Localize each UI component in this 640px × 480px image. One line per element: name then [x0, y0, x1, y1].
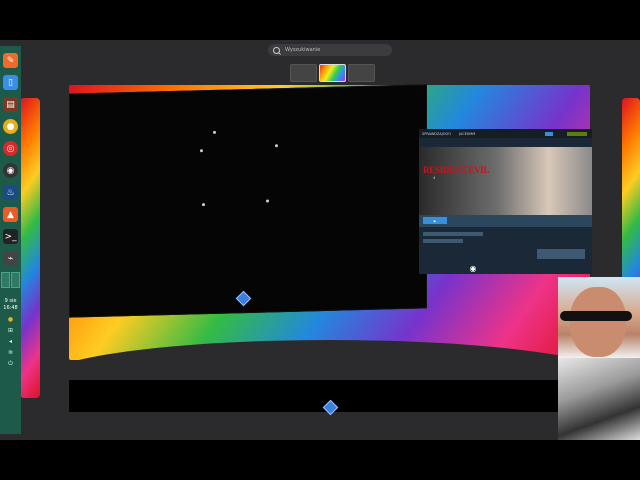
- date-label: 9 sie: [4, 298, 17, 304]
- window-speck: [213, 130, 216, 134]
- workspace-switch-1[interactable]: [1, 272, 10, 288]
- workspace-switch-2[interactable]: [11, 272, 20, 288]
- network-icon[interactable]: ⊞: [8, 327, 13, 334]
- notification-icon[interactable]: ●: [8, 316, 13, 323]
- steam-side-panel: [537, 249, 585, 259]
- dark-game-window[interactable]: [69, 84, 427, 318]
- calculator-icon[interactable]: ▤: [3, 97, 18, 112]
- flame-icon[interactable]: ▲: [3, 207, 18, 222]
- wifi-icon[interactable]: ≋: [8, 349, 13, 356]
- play-button[interactable]: ▶: [423, 217, 447, 224]
- obs-icon[interactable]: ◉: [3, 163, 18, 178]
- clock-label[interactable]: 16:48: [3, 305, 17, 312]
- steam-nav-left[interactable]: SPRAWDZAJOGO: [422, 132, 451, 136]
- second-camera-overlay: [558, 358, 640, 440]
- notes-icon[interactable]: ✎: [3, 53, 18, 68]
- window-speck: [202, 203, 205, 207]
- power-icon[interactable]: ⏻: [8, 360, 13, 368]
- system-monitor-icon[interactable]: ⌁: [3, 251, 18, 266]
- phone-icon[interactable]: ▯: [3, 75, 18, 90]
- volume-icon[interactable]: ◂: [9, 338, 12, 345]
- chrome-icon[interactable]: ●: [3, 119, 18, 134]
- steam-content-row: [423, 239, 463, 243]
- lifebuoy-icon[interactable]: ◎: [3, 141, 18, 156]
- window-speck: [200, 149, 203, 153]
- workspace-thumbnail-2[interactable]: [319, 64, 346, 82]
- webcam-face: [570, 287, 626, 357]
- steam-nav-right[interactable]: JACEKMM: [459, 132, 475, 136]
- workspace-thumbnails: [290, 64, 375, 82]
- steam-account-button[interactable]: [567, 132, 587, 136]
- window-speck: [266, 199, 269, 203]
- dash-dock: ✎ ▯ ▤ ● ◎ ◉ ♨ ▲ >_ ⌁ 9 sie 16:48 ● ⊞ ◂ ≋…: [0, 46, 21, 434]
- steam-content-row: [423, 232, 483, 236]
- game-subtitle: 4: [433, 176, 436, 180]
- workspace-thumbnail-3[interactable]: [348, 64, 375, 82]
- sunglasses: [560, 311, 632, 321]
- steam-icon[interactable]: ♨: [3, 185, 18, 200]
- game-title: RESIDENT EVIL: [423, 165, 490, 175]
- steam-window-icon: ◉: [469, 263, 477, 273]
- search-input[interactable]: Wyszukiwanie: [285, 47, 320, 53]
- search-icon: [273, 46, 280, 54]
- workspace-preview-left[interactable]: [20, 98, 40, 398]
- workspace-switcher[interactable]: [1, 272, 20, 288]
- search-bar[interactable]: Wyszukiwanie: [268, 44, 392, 56]
- steam-notification-button[interactable]: [545, 132, 553, 136]
- window-speck: [275, 144, 278, 148]
- steam-window[interactable]: SPRAWDZAJOGO JACEKMM RESIDENT EVIL 4 ▶: [419, 129, 592, 274]
- terminal-icon[interactable]: >_: [3, 229, 18, 244]
- workspace-thumbnail-1[interactable]: [290, 64, 317, 82]
- game-banner: [419, 147, 592, 215]
- webcam-overlay: [558, 277, 640, 359]
